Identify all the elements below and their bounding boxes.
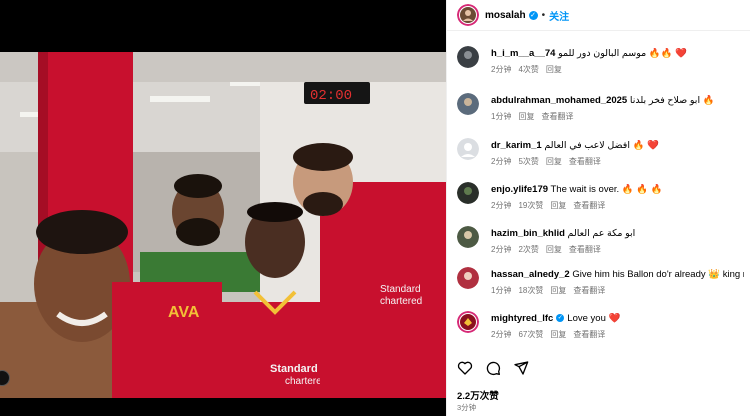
translate-button[interactable]: 查看翻译	[573, 201, 605, 210]
svg-text:AVA: AVA	[168, 304, 200, 321]
reply-button[interactable]: 回复	[518, 112, 534, 121]
like-count[interactable]: 2.2万次赞	[457, 388, 499, 402]
comment-username[interactable]: hazim_bin_khlid	[491, 228, 565, 239]
follow-button[interactable]: 关注	[549, 8, 569, 23]
post-actions	[457, 360, 529, 376]
comment-meta: 2分钟 4次赞 回复	[491, 64, 569, 75]
comment-meta: 2分钟 67次赞 回复 查看翻译	[491, 329, 612, 340]
comment-text: Give him his Ballon do'r already 👑 king …	[572, 269, 744, 280]
comment-text: Love you ❤️	[567, 313, 621, 324]
heart-icon[interactable]	[457, 360, 473, 376]
commenter-avatar[interactable]	[457, 226, 479, 248]
comment-body: mightyred_lfc ✓ Love you ❤️	[491, 313, 744, 324]
comment-body: abdulrahman_mohamed_2025 ابو صلاح فخر بل…	[491, 95, 744, 106]
comment-likes[interactable]: 2次赞	[518, 245, 538, 254]
author-username[interactable]: mosalah	[485, 10, 526, 21]
verified-badge-icon: ✓	[528, 10, 538, 20]
comment-username[interactable]: enjo.ylife179	[491, 184, 548, 195]
svg-text:Standard: Standard	[270, 363, 318, 375]
reply-button[interactable]: 回复	[550, 330, 566, 339]
svg-text:Standard: Standard	[380, 284, 421, 295]
comment-likes[interactable]: 4次赞	[518, 65, 538, 74]
comment-meta: 2分钟 5次赞 回复 查看翻译	[491, 156, 608, 167]
comment-likes[interactable]: 5次赞	[518, 157, 538, 166]
comment-likes[interactable]: 67次赞	[518, 330, 543, 339]
commenter-avatar[interactable]	[457, 267, 479, 289]
post-header: mosalah ✓ • 关注	[447, 0, 750, 31]
post-time: 3分钟	[457, 403, 477, 412]
reply-button[interactable]: 回复	[546, 157, 562, 166]
comment-body: enjo.ylife179 The wait is over. 🔥 🔥 🔥	[491, 184, 744, 195]
translate-button[interactable]: 查看翻译	[569, 157, 601, 166]
comment-username[interactable]: abdulrahman_mohamed_2025	[491, 95, 627, 106]
commenter-avatar[interactable]	[457, 138, 479, 160]
comment-likes[interactable]: 19次赞	[518, 201, 543, 210]
commenter-avatar[interactable]	[457, 93, 479, 115]
comment-time: 2分钟	[491, 201, 512, 210]
comment-body: h_i_m__a__74 موسم البالون دور للمو 🔥🔥 ❤️	[491, 48, 744, 59]
separator-dot: •	[541, 9, 546, 21]
photo-illustration: 02:00 AVA Standard chartered Standard ch…	[0, 52, 446, 398]
comment-likes[interactable]: 18次赞	[518, 286, 543, 295]
comment-body: hazim_bin_khlid ابو مكة عم العالم	[491, 228, 744, 239]
svg-text:02:00: 02:00	[310, 88, 352, 104]
reply-button[interactable]: 回复	[546, 245, 562, 254]
translate-button[interactable]: 查看翻译	[573, 286, 605, 295]
comment-time: 2分钟	[491, 330, 512, 339]
comment-text: The wait is over. 🔥 🔥 🔥	[550, 184, 663, 195]
share-icon[interactable]	[513, 360, 529, 376]
commenter-avatar[interactable]	[457, 182, 479, 204]
post-side-panel: mosalah ✓ • 关注 h_i_m__a__74 موسم البالون…	[446, 0, 750, 416]
comment-username[interactable]: mightyred_lfc	[491, 313, 553, 324]
comment-time: 2分钟	[491, 65, 512, 74]
translate-button[interactable]: 查看翻译	[541, 112, 573, 121]
comment-time: 2分钟	[491, 245, 512, 254]
commenter-avatar[interactable]	[457, 311, 479, 333]
reply-button[interactable]: 回复	[546, 65, 562, 74]
comment-body: dr_karim_1 افضل لاعب في العالم 🔥 ❤️	[491, 140, 744, 151]
comment-text: ابو صلاح فخر بلدنا 🔥	[629, 95, 715, 106]
comment-icon[interactable]	[485, 360, 501, 376]
comment-meta: 1分钟 回复 查看翻译	[491, 111, 580, 122]
comment-meta: 2分钟 2次赞 回复 查看翻译	[491, 244, 608, 255]
comment-username[interactable]: hassan_alnedy_2	[491, 269, 570, 280]
comment-time: 1分钟	[491, 112, 512, 121]
author-avatar[interactable]	[457, 4, 479, 26]
translate-button[interactable]: 查看翻译	[569, 245, 601, 254]
translate-button[interactable]: 查看翻译	[573, 330, 605, 339]
comment-username[interactable]: h_i_m__a__74	[491, 48, 555, 59]
comment-text: افضل لاعب في العالم 🔥 ❤️	[544, 140, 659, 151]
comment-text: موسم البالون دور للمو 🔥🔥 ❤️	[558, 48, 687, 59]
comment-time: 1分钟	[491, 286, 512, 295]
comment-username[interactable]: dr_karim_1	[491, 140, 542, 151]
reply-button[interactable]: 回复	[550, 286, 566, 295]
comment-time: 2分钟	[491, 157, 512, 166]
comment-body: hassan_alnedy_2 Give him his Ballon do'r…	[491, 269, 744, 280]
verified-badge-icon: ✓	[556, 314, 565, 323]
svg-text:chartered: chartered	[380, 296, 422, 307]
comment-meta: 1分钟 18次赞 回复 查看翻译	[491, 285, 612, 296]
reply-button[interactable]: 回复	[550, 201, 566, 210]
commenter-avatar[interactable]	[457, 46, 479, 68]
comment-text: ابو مكة عم العالم	[567, 228, 636, 239]
comment-meta: 2分钟 19次赞 回复 查看翻译	[491, 200, 612, 211]
post-media[interactable]: 02:00 AVA Standard chartered Standard ch…	[0, 0, 446, 416]
post-photo[interactable]: 02:00 AVA Standard chartered Standard ch…	[0, 52, 446, 398]
